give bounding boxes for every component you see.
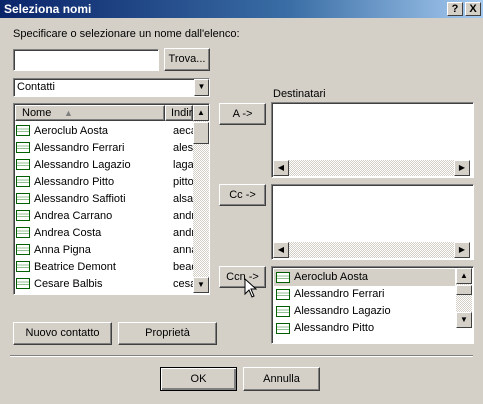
list-item[interactable]: Anna Pigna anna (16, 242, 193, 259)
close-button[interactable]: X (465, 2, 481, 16)
contact-address: andre (173, 210, 193, 222)
contact-name: Andrea Costa (34, 227, 102, 239)
recipients-label: Destinatari (273, 88, 326, 100)
contact-card-icon (16, 210, 30, 221)
contact-card-icon (16, 159, 30, 170)
contact-list[interactable]: Nome ▲ Indiri Aeroclub Aosta aeca Alessand… (13, 103, 210, 295)
properties-button[interactable]: Proprietà (118, 322, 217, 345)
bcc-list-item[interactable]: Aeroclub Aosta (274, 269, 455, 286)
contact-name: Alessandro Lagazio (34, 159, 131, 171)
addressbook-select[interactable]: Contatti ▼ (13, 78, 210, 97)
contact-card-icon (276, 323, 290, 334)
list-item[interactable]: Alessandro Ferrari aless (16, 140, 193, 157)
help-button[interactable]: ? (447, 2, 463, 16)
scroll-right-icon[interactable]: ▶ (454, 242, 470, 258)
contact-name: Beatrice Demont (34, 261, 116, 273)
bcc-list-item[interactable]: Alessandro Pitto (274, 320, 455, 337)
to-recipients-box[interactable]: ◀ ▶ (271, 102, 474, 178)
contact-card-icon (276, 272, 290, 283)
cc-hscrollbar[interactable]: ◀ ▶ (273, 242, 470, 258)
bcc-name: Alessandro Ferrari (294, 288, 385, 300)
contact-name: Cesare Balbis (34, 278, 103, 290)
instruction-label: Specificare o selezionare un nome dall'e… (13, 28, 240, 40)
bcc-vscrollbar[interactable]: ▲ ▼ (456, 268, 472, 328)
separator (10, 355, 473, 357)
list-item[interactable]: Alessandro Pitto pitto( (16, 174, 193, 191)
sort-asc-icon: ▲ (64, 108, 73, 118)
contact-card-icon (276, 289, 290, 300)
contact-address: andre (173, 227, 193, 239)
column-header-name[interactable]: Nome ▲ (15, 105, 165, 121)
scroll-thumb[interactable] (193, 122, 209, 144)
contact-name: Alessandro Pitto (34, 176, 115, 188)
window-title: Seleziona nomi (4, 2, 92, 16)
scroll-down-icon[interactable]: ▼ (193, 277, 209, 293)
list-item[interactable]: Andrea Costa andre (16, 225, 193, 242)
cc-button[interactable]: Cc -> (219, 184, 266, 206)
contact-list-scrollbar[interactable]: ▲ ▼ (193, 105, 209, 293)
contact-name: Alessandro Ferrari (34, 142, 125, 154)
bcc-name: Alessandro Lagazio (294, 305, 391, 317)
contact-address: aless (173, 142, 193, 154)
scroll-up-icon[interactable]: ▲ (193, 105, 209, 121)
bcc-name: Aeroclub Aosta (294, 271, 368, 283)
contact-name: Aeroclub Aosta (34, 125, 108, 137)
contact-card-icon (16, 176, 30, 187)
to-hscrollbar[interactable]: ◀ ▶ (273, 160, 470, 176)
scroll-right-icon[interactable]: ▶ (454, 160, 470, 176)
contact-address: cesa (173, 278, 193, 290)
scroll-left-icon[interactable]: ◀ (273, 242, 289, 258)
contact-card-icon (16, 125, 30, 136)
bcc-list-item[interactable]: Alessandro Ferrari (274, 286, 455, 303)
scroll-down-icon[interactable]: ▼ (456, 312, 472, 328)
cancel-button[interactable]: Annulla (243, 367, 320, 391)
contact-address: anna (173, 244, 193, 256)
contact-address: aeca (173, 125, 193, 137)
bcc-name: Alessandro Pitto (294, 322, 375, 334)
search-input[interactable] (13, 49, 159, 71)
ok-button[interactable]: OK (160, 367, 237, 391)
scroll-thumb[interactable] (456, 285, 472, 295)
cc-recipients-box[interactable]: ◀ ▶ (271, 184, 474, 260)
find-button[interactable]: Trova... (164, 48, 210, 71)
contact-address: alsaff (173, 193, 193, 205)
list-item[interactable]: Aeroclub Aosta aeca (16, 123, 193, 140)
chevron-down-icon[interactable]: ▼ (194, 79, 209, 96)
list-item[interactable]: Cesare Balbis cesa (16, 276, 193, 293)
list-item[interactable]: Alessandro Lagazio lagaz (16, 157, 193, 174)
contact-name: Anna Pigna (34, 244, 91, 256)
select-names-dialog: Seleziona nomi ? X Specificare o selezio… (0, 0, 483, 404)
title-bar[interactable]: Seleziona nomi ? X (0, 0, 483, 18)
list-item[interactable]: Andrea Carrano andre (16, 208, 193, 225)
contact-name: Andrea Carrano (34, 210, 113, 222)
list-item[interactable]: Beatrice Demont bead (16, 259, 193, 276)
contact-card-icon (16, 142, 30, 153)
scroll-left-icon[interactable]: ◀ (273, 160, 289, 176)
bcc-button[interactable]: Ccn -> (219, 266, 266, 288)
contact-card-icon (16, 261, 30, 272)
contact-card-icon (16, 193, 30, 204)
addressbook-value: Contatti (17, 81, 55, 93)
contact-address: pitto( (173, 176, 193, 188)
bcc-recipients-box[interactable]: Aeroclub Aosta Alessandro Ferrari Alessand… (271, 266, 474, 344)
contact-card-icon (16, 278, 30, 289)
to-button[interactable]: A -> (219, 103, 266, 125)
column-header-address[interactable]: Indiri (165, 105, 193, 121)
new-contact-button[interactable]: Nuovo contatto (13, 322, 112, 345)
bcc-list-item[interactable]: Alessandro Lagazio (274, 303, 455, 320)
contact-card-icon (16, 227, 30, 238)
scroll-up-icon[interactable]: ▲ (456, 268, 472, 284)
contact-address: lagaz (173, 159, 193, 171)
contact-address: bead (173, 261, 193, 273)
list-item[interactable]: Alessandro Saffioti alsaff (16, 191, 193, 208)
contact-card-icon (276, 306, 290, 317)
contact-card-icon (16, 244, 30, 255)
contact-name: Alessandro Saffioti (34, 193, 126, 205)
mouse-cursor-icon (244, 278, 257, 298)
